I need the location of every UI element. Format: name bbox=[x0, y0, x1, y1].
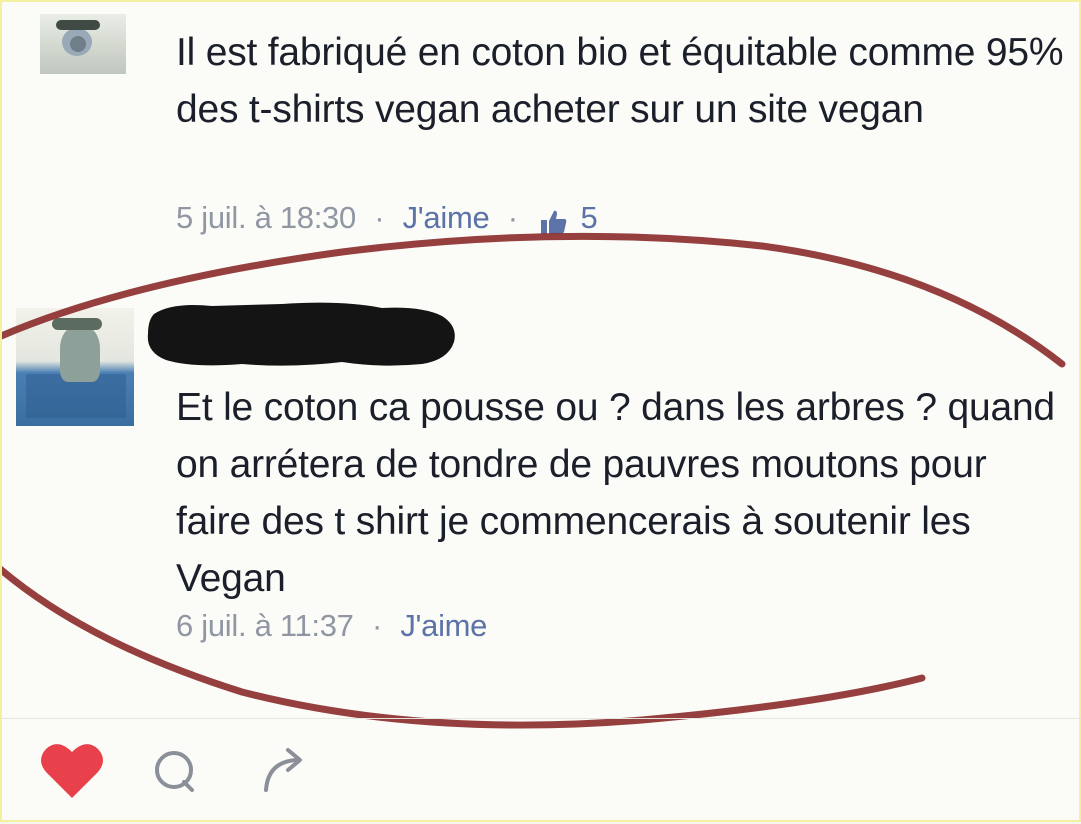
like-link[interactable]: J'aime bbox=[403, 200, 490, 235]
comment-timestamp[interactable]: 6 juil. à 11:37 bbox=[176, 608, 354, 643]
heart-icon[interactable] bbox=[38, 740, 106, 807]
comment-text: Et le coton ca pousse ou ? dans les arbr… bbox=[176, 386, 1055, 600]
comment-meta: 5 juil. à 18:30 · J'aime · 5 bbox=[176, 200, 598, 236]
separator: · bbox=[371, 608, 382, 643]
redacted-author-name bbox=[147, 302, 455, 366]
like-link[interactable]: J'aime bbox=[400, 608, 487, 643]
user-avatar[interactable] bbox=[16, 308, 134, 426]
comment-text: Il est fabriqué en coton bio et équitabl… bbox=[176, 31, 1064, 131]
screenshot-frame: Il est fabriqué en coton bio et équitabl… bbox=[0, 0, 1081, 822]
separator: · bbox=[374, 200, 385, 235]
thumbs-up-icon bbox=[540, 207, 568, 234]
comment-meta: 6 juil. à 11:37 · J'aime bbox=[176, 608, 487, 644]
like-count[interactable]: 5 bbox=[580, 200, 597, 235]
separator: · bbox=[507, 200, 518, 235]
divider bbox=[2, 718, 1081, 719]
comment-timestamp[interactable]: 5 juil. à 18:30 bbox=[176, 200, 356, 235]
share-icon[interactable] bbox=[258, 744, 310, 801]
user-avatar[interactable] bbox=[40, 14, 126, 74]
comment-icon[interactable] bbox=[150, 746, 200, 801]
